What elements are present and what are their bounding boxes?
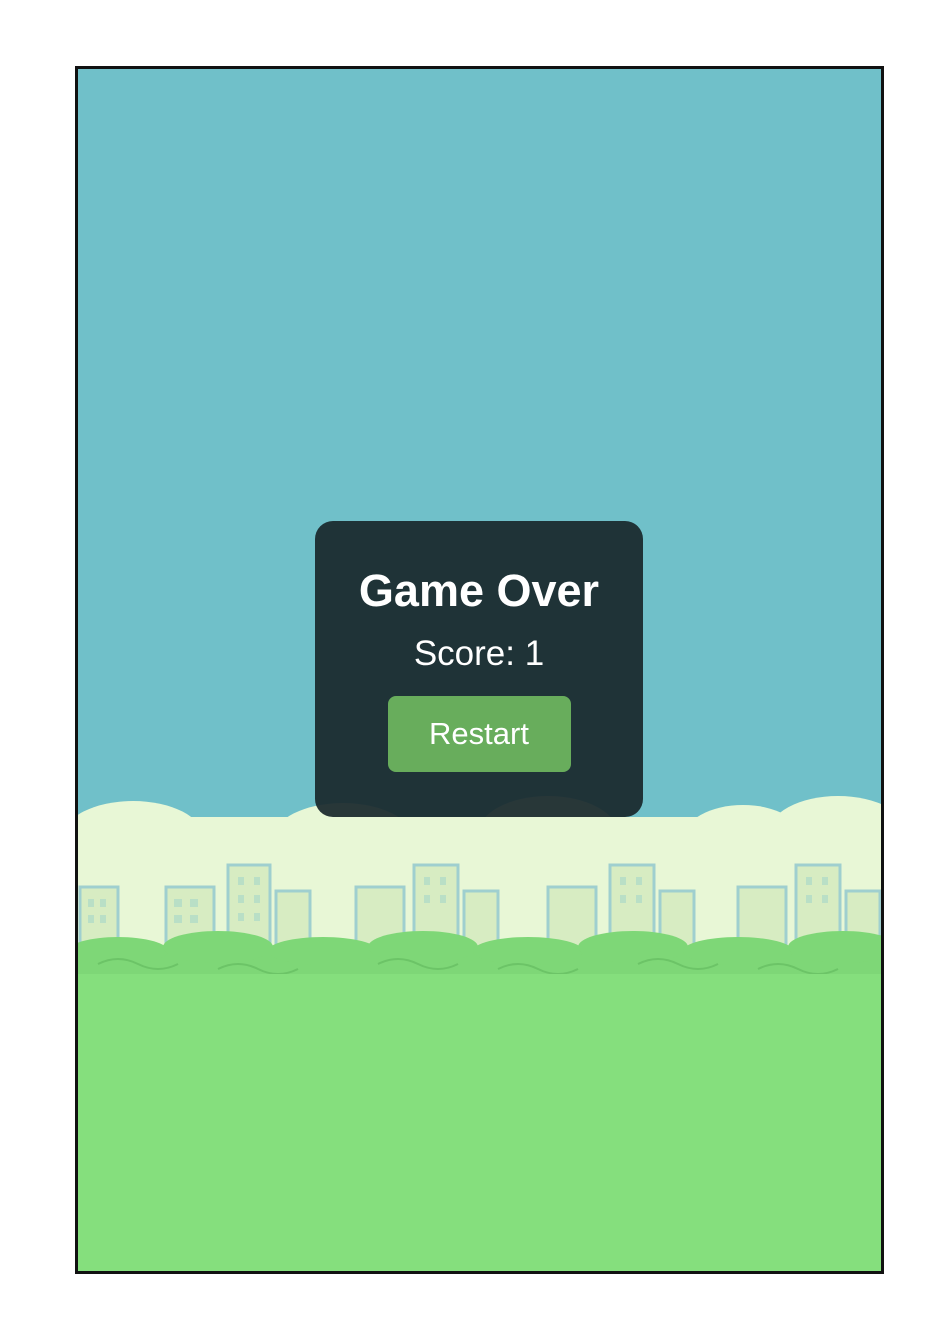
restart-button[interactable]: Restart bbox=[387, 696, 571, 772]
game-over-title: Game Over bbox=[358, 565, 600, 616]
ground bbox=[78, 974, 881, 1271]
game-canvas[interactable]: Game Over Score: 1 Restart bbox=[75, 66, 884, 1274]
score-text: Score: 1 bbox=[413, 634, 545, 673]
game-over-dialog: Game Over Score: 1 Restart bbox=[315, 521, 643, 817]
